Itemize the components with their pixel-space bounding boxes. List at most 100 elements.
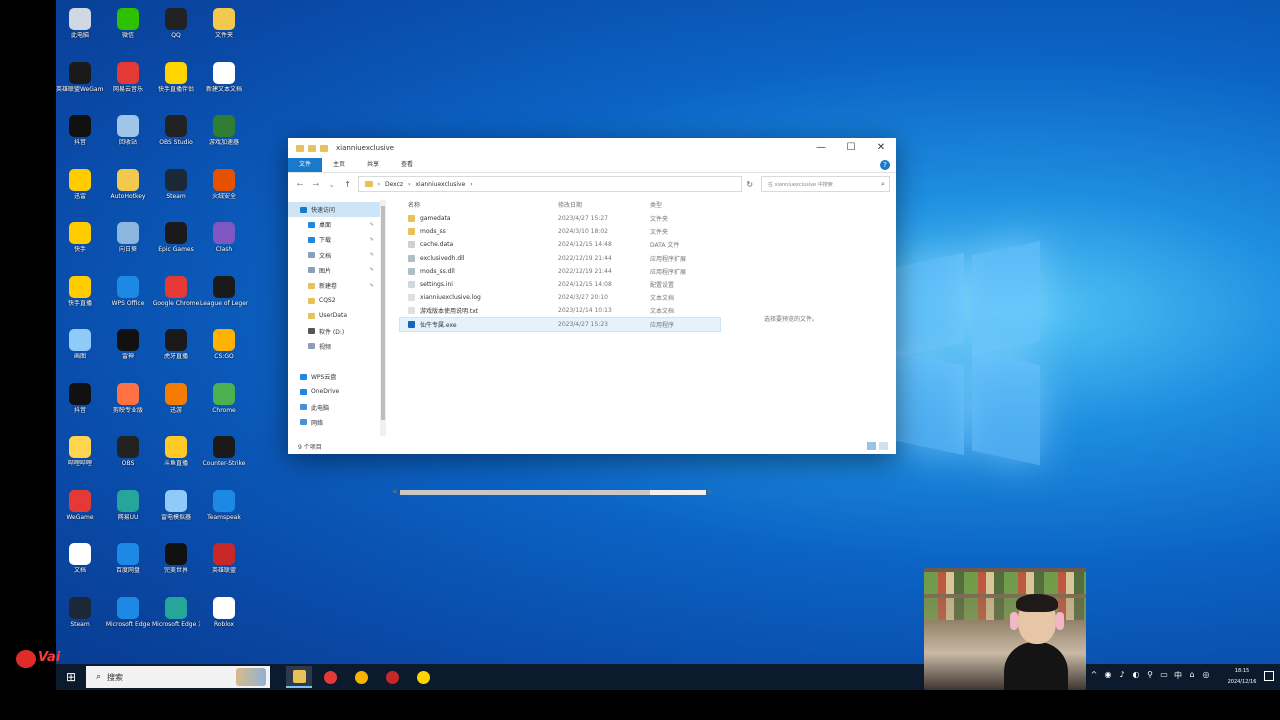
file-row[interactable]: exclusivedh.dll 2022/12/19 21:44 应用程序扩展 bbox=[400, 252, 720, 265]
tray-icon[interactable]: ◉ bbox=[1104, 670, 1112, 680]
nav-item[interactable] bbox=[288, 354, 380, 369]
file-row[interactable]: xianniuexclusive.log 2024/3/27 20:10 文本文档 bbox=[400, 291, 720, 304]
recent-locations-icon[interactable]: ⌄ bbox=[326, 180, 338, 189]
desktop-icon[interactable]: 文档 bbox=[56, 539, 104, 587]
desktop-icon[interactable]: 网易云音乐 bbox=[104, 58, 152, 106]
nav-item[interactable]: 快速访问 bbox=[288, 202, 380, 218]
nav-item[interactable]: 桌面 ✎ bbox=[288, 217, 380, 232]
desktop-icon[interactable]: WeGame bbox=[56, 486, 104, 534]
minimize-button[interactable]: — bbox=[806, 138, 836, 158]
desktop-icon[interactable]: 百度网盘 bbox=[104, 539, 152, 587]
properties-icon[interactable] bbox=[308, 144, 316, 152]
desktop-icon[interactable]: 火绒安全 bbox=[200, 165, 248, 213]
nav-item[interactable]: UserData bbox=[288, 308, 380, 323]
file-row[interactable]: mods_ss.dll 2022/12/19 21:44 应用程序扩展 bbox=[400, 265, 720, 278]
desktop-icon[interactable]: 迅游 bbox=[152, 379, 200, 427]
nav-item[interactable]: 新建卷 ✎ bbox=[288, 278, 380, 293]
taskbar-search-box[interactable]: ⌕ 搜索 bbox=[86, 666, 270, 688]
nav-item[interactable]: 文档 ✎ bbox=[288, 248, 380, 263]
desktop-icon[interactable]: 文件夹 bbox=[200, 4, 248, 52]
column-header-date[interactable]: 修改日期 bbox=[558, 200, 650, 209]
desktop-icon[interactable]: 迅雷 bbox=[56, 165, 104, 213]
search-input[interactable]: 在 xianniuexclusive 中搜索 ⌕ bbox=[761, 176, 890, 192]
desktop-icon[interactable]: Microsoft Edge 测试版 bbox=[152, 593, 200, 641]
desktop-icon[interactable]: Steam bbox=[152, 165, 200, 213]
notification-center-icon[interactable] bbox=[1264, 671, 1274, 681]
tray-icon[interactable]: ^ bbox=[1090, 670, 1098, 680]
windows-start-icon[interactable]: ⊞ bbox=[66, 670, 82, 684]
nav-item[interactable]: 网络 bbox=[288, 415, 380, 430]
desktop-icon[interactable]: 快手直播 bbox=[56, 272, 104, 320]
forward-arrow-icon[interactable]: → bbox=[310, 180, 322, 189]
horizontal-scrollbar[interactable]: ◀ ▶ bbox=[392, 488, 714, 496]
desktop-icon[interactable]: 哔哩哔哩 bbox=[56, 432, 104, 480]
breadcrumb-item[interactable]: Dexcz bbox=[385, 181, 403, 188]
desktop-icon[interactable]: 新建文本文档 bbox=[200, 58, 248, 106]
desktop-icon[interactable]: OBS bbox=[104, 432, 152, 480]
nav-item[interactable]: 此电脑 bbox=[288, 399, 380, 414]
navigation-scrollbar[interactable] bbox=[380, 200, 386, 436]
taskbar-app-button[interactable] bbox=[410, 666, 436, 688]
desktop-icon[interactable]: Google Chrome bbox=[152, 272, 200, 320]
tray-icon[interactable]: ◐ bbox=[1132, 670, 1140, 680]
desktop-icon[interactable]: 快手直播伴侣 bbox=[152, 58, 200, 106]
desktop-icon[interactable]: 虎牙直播 bbox=[152, 325, 200, 373]
tray-icon[interactable]: ⚲ bbox=[1146, 670, 1154, 680]
taskbar-clock[interactable]: 18:15 2024/12/16 bbox=[1222, 666, 1262, 688]
desktop-icon[interactable]: 微信 bbox=[104, 4, 152, 52]
desktop-icon[interactable]: 向日葵 bbox=[104, 218, 152, 266]
nav-item[interactable]: CQS2 bbox=[288, 293, 380, 308]
tray-icon[interactable]: 中 bbox=[1174, 670, 1182, 680]
desktop-icon[interactable]: QQ bbox=[152, 4, 200, 52]
back-arrow-icon[interactable]: ← bbox=[294, 180, 306, 189]
desktop-icon[interactable]: 抖音 bbox=[56, 379, 104, 427]
desktop-icon[interactable]: WPS Office bbox=[104, 272, 152, 320]
desktop-icon[interactable]: Teamspeak bbox=[200, 486, 248, 534]
desktop-icon[interactable]: 此电脑 bbox=[56, 4, 104, 52]
nav-item[interactable]: 软件 (D:) bbox=[288, 324, 380, 339]
maximize-button[interactable]: ☐ bbox=[836, 138, 866, 158]
desktop-icon[interactable]: League of Legends bbox=[200, 272, 248, 320]
taskbar-app-button[interactable] bbox=[379, 666, 405, 688]
large-icons-view-icon[interactable] bbox=[879, 442, 888, 450]
tab-file[interactable]: 文件 bbox=[288, 158, 323, 172]
desktop-icon[interactable]: 游戏加速器 bbox=[200, 111, 248, 159]
nav-item[interactable]: OneDrive bbox=[288, 384, 380, 399]
tab-home[interactable]: 主页 bbox=[322, 158, 356, 172]
tab-share[interactable]: 共享 bbox=[356, 158, 390, 172]
file-row[interactable]: 仙牛专属.exe 2023/4/27 15:23 应用程序 bbox=[399, 316, 721, 332]
taskbar-app-button[interactable] bbox=[286, 666, 312, 688]
tray-icon[interactable]: ◎ bbox=[1202, 670, 1210, 680]
scroll-left-icon[interactable]: ◀ bbox=[392, 488, 397, 495]
help-icon[interactable]: ? bbox=[880, 160, 890, 170]
desktop-icon[interactable]: 回收站 bbox=[104, 111, 152, 159]
taskbar-app-button[interactable] bbox=[348, 666, 374, 688]
desktop-icon[interactable]: Microsoft Edge bbox=[104, 593, 152, 641]
details-view-icon[interactable] bbox=[867, 442, 876, 450]
refresh-icon[interactable]: ↻ bbox=[746, 180, 753, 189]
file-row[interactable]: cache.data 2024/12/15 14:48 DATA 文件 bbox=[400, 238, 720, 251]
desktop-icon[interactable]: Counter-Strike bbox=[200, 432, 248, 480]
nav-item[interactable]: 视频 bbox=[288, 339, 380, 354]
desktop-icon[interactable]: Chrome bbox=[200, 379, 248, 427]
column-header-name[interactable]: 名称 bbox=[400, 200, 558, 209]
desktop-icon[interactable]: Epic Games bbox=[152, 218, 200, 266]
desktop-icon[interactable]: 抖音 bbox=[56, 111, 104, 159]
breadcrumb-item[interactable]: xianniuexclusive bbox=[415, 181, 465, 188]
desktop-icon[interactable]: 网易UU bbox=[104, 486, 152, 534]
up-arrow-icon[interactable]: ↑ bbox=[342, 180, 354, 189]
file-row[interactable]: 游戏版本使用说明.txt 2023/12/14 10:13 文本文档 bbox=[400, 304, 720, 317]
tab-view[interactable]: 查看 bbox=[390, 158, 424, 172]
nav-item[interactable]: WPS云盘 bbox=[288, 369, 380, 384]
file-row[interactable]: settings.ini 2024/12/15 14:08 配置设置 bbox=[400, 278, 720, 291]
desktop-icon[interactable]: 画图 bbox=[56, 325, 104, 373]
tray-icon[interactable]: ▭ bbox=[1160, 670, 1168, 680]
desktop-icon[interactable]: OBS Studio bbox=[152, 111, 200, 159]
new-folder-icon[interactable] bbox=[320, 144, 328, 152]
file-row[interactable]: gamedata 2023/4/27 15:27 文件夹 bbox=[400, 212, 720, 225]
desktop-icon[interactable]: 剪映专业版 bbox=[104, 379, 152, 427]
desktop-icon[interactable]: 雷神 bbox=[104, 325, 152, 373]
address-bar[interactable]: › Dexcz › xianniuexclusive › bbox=[357, 176, 743, 192]
desktop-icon[interactable]: 雷电模拟器 bbox=[152, 486, 200, 534]
desktop-icon[interactable]: 英雄联盟WeGame bbox=[56, 58, 104, 106]
